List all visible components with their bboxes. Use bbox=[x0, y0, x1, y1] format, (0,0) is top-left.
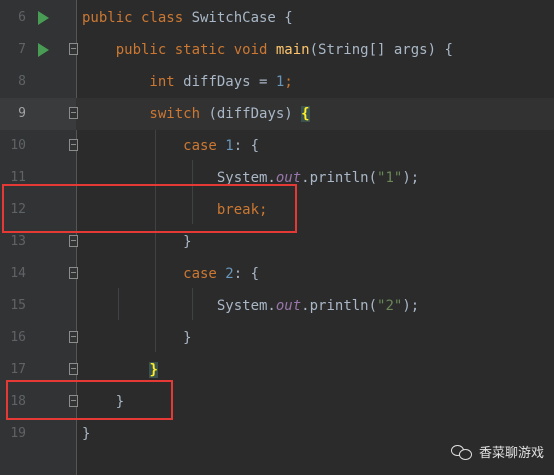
code-token: : { bbox=[233, 266, 260, 282]
line-number: 14 bbox=[10, 266, 26, 281]
code-token: "1" bbox=[377, 170, 403, 186]
code-text[interactable]: case 1: { bbox=[82, 130, 259, 162]
code-token: ); bbox=[402, 298, 420, 314]
code-token: } bbox=[82, 426, 91, 442]
code-text[interactable]: public static void main(String[] args) { bbox=[82, 34, 453, 66]
code-token: (diffDays) bbox=[208, 106, 302, 122]
code-text[interactable]: System.out.println("2"); bbox=[82, 290, 419, 322]
code-line[interactable]: 14 case 2: { bbox=[0, 258, 554, 290]
code-token: System. bbox=[82, 298, 276, 314]
run-icon[interactable] bbox=[38, 11, 49, 25]
code-token: 2 bbox=[225, 266, 234, 282]
code-token: ; bbox=[284, 74, 293, 90]
code-token: { bbox=[301, 106, 310, 122]
line-number: 15 bbox=[10, 298, 26, 313]
run-icon[interactable] bbox=[38, 43, 49, 57]
code-line[interactable]: 16 } bbox=[0, 322, 554, 354]
line-number: 9 bbox=[18, 106, 26, 121]
code-token: "2" bbox=[377, 298, 403, 314]
line-number: 16 bbox=[10, 330, 26, 345]
code-token: diffDays = bbox=[183, 74, 276, 90]
line-number: 7 bbox=[18, 42, 26, 57]
code-text[interactable]: public class SwitchCase { bbox=[82, 2, 293, 34]
code-token: switch bbox=[82, 106, 209, 122]
fold-marker-icon[interactable] bbox=[69, 363, 78, 375]
watermark-text: 香菜聊游戏 bbox=[478, 446, 544, 461]
annotation-box-break bbox=[2, 184, 297, 233]
code-line[interactable]: 10 case 1: { bbox=[0, 130, 554, 162]
wechat-icon bbox=[450, 443, 473, 461]
code-token: case bbox=[82, 266, 226, 282]
line-number: 10 bbox=[10, 138, 26, 153]
code-line[interactable]: 7 public static void main(String[] args)… bbox=[0, 34, 554, 66]
code-text[interactable]: int diffDays = 1; bbox=[82, 66, 293, 98]
code-token: } bbox=[82, 330, 192, 346]
code-line[interactable]: 15 System.out.println("2"); bbox=[0, 290, 554, 322]
code-token: .println( bbox=[301, 170, 378, 186]
code-token: .println( bbox=[301, 298, 378, 314]
code-token: case bbox=[82, 138, 226, 154]
fold-marker-icon[interactable] bbox=[69, 107, 78, 119]
annotation-box-closing-brace bbox=[6, 380, 173, 420]
code-token: public static void bbox=[82, 42, 276, 58]
code-token: int bbox=[82, 74, 184, 90]
code-text[interactable]: case 2: { bbox=[82, 258, 259, 290]
code-token: : { bbox=[233, 138, 260, 154]
code-token: (String[] args) { bbox=[309, 42, 453, 58]
watermark: 香菜聊游戏 bbox=[450, 442, 544, 461]
code-token: public class bbox=[82, 10, 192, 26]
fold-marker-icon[interactable] bbox=[69, 267, 78, 279]
code-text[interactable]: } bbox=[82, 418, 90, 450]
fold-marker-icon[interactable] bbox=[69, 139, 78, 151]
code-token: } bbox=[149, 362, 158, 378]
line-number: 19 bbox=[10, 426, 26, 441]
fold-marker-icon[interactable] bbox=[69, 43, 78, 55]
code-token: } bbox=[82, 234, 192, 250]
fold-marker-icon[interactable] bbox=[69, 331, 78, 343]
fold-marker-icon[interactable] bbox=[69, 235, 78, 247]
code-line[interactable]: 6 public class SwitchCase { bbox=[0, 2, 554, 34]
code-line[interactable]: 8 int diffDays = 1; bbox=[0, 66, 554, 98]
code-editor[interactable]: 6 public class SwitchCase {7 public stati… bbox=[0, 0, 554, 475]
code-token: ); bbox=[402, 170, 420, 186]
code-text[interactable]: } bbox=[82, 322, 192, 354]
code-token: out bbox=[275, 298, 302, 314]
code-text[interactable]: switch (diffDays) { bbox=[82, 98, 310, 130]
line-number: 8 bbox=[18, 74, 26, 89]
code-token: SwitchCase { bbox=[191, 10, 293, 26]
code-token: main bbox=[275, 42, 310, 58]
line-number: 6 bbox=[18, 10, 26, 25]
code-token: 1 bbox=[225, 138, 234, 154]
code-line[interactable]: 9 switch (diffDays) { bbox=[0, 98, 554, 130]
